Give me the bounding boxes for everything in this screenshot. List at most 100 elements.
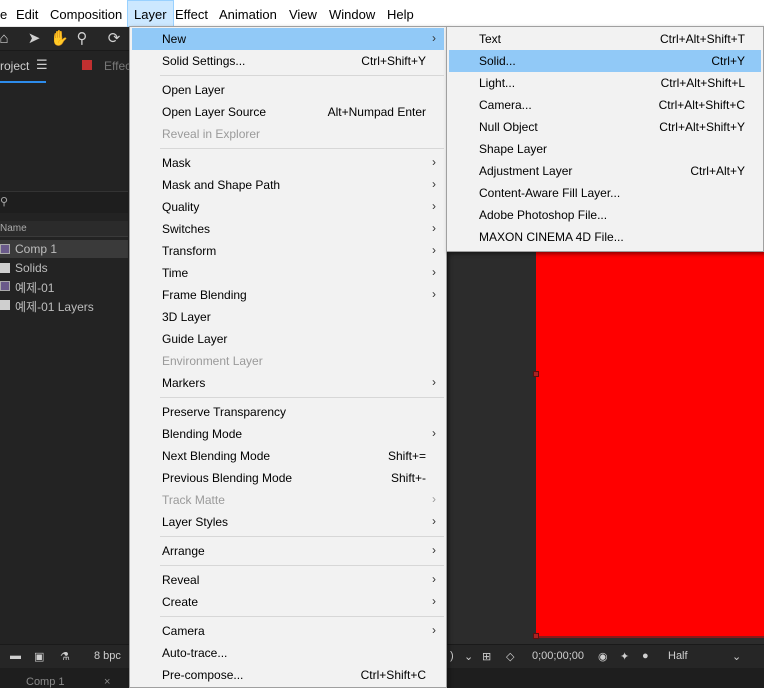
zoom-tool-icon[interactable]: ⚲ (74, 30, 90, 48)
resolution-select[interactable]: Half (668, 650, 688, 662)
menu-composition[interactable]: Composition (44, 0, 128, 27)
layer_menu-item-mask[interactable]: Mask › (132, 152, 444, 174)
layer_menu-item-previous-blending-mode[interactable]: Previous Blending Mode Shift+- (132, 467, 444, 489)
interpret-footage-icon[interactable]: ⚗ (60, 650, 70, 663)
project-tab[interactable]: roject (0, 59, 29, 73)
new_submenu-item-content-aware-fill-layer[interactable]: Content-Aware Fill Layer... (449, 182, 761, 204)
effect-controls-tab[interactable]: Effec (104, 59, 131, 73)
layer_menu-item-auto-trace[interactable]: Auto-trace... (132, 642, 444, 664)
new_submenu-item-null-object[interactable]: Null Object Ctrl+Alt+Shift+Y (449, 116, 761, 138)
timecode[interactable]: 0;00;00;00 (532, 650, 584, 662)
dropdown-icon[interactable]: ⌄ (464, 650, 473, 663)
menu-window[interactable]: Window (323, 0, 381, 27)
layer_menu-item-guide-layer[interactable]: Guide Layer (132, 328, 444, 350)
layer_menu-item-open-layer[interactable]: Open Layer (132, 79, 444, 101)
layer_menu-item-transform[interactable]: Transform › (132, 240, 444, 262)
rotate-tool-icon[interactable]: ⟳ (106, 30, 122, 48)
menu-edit[interactable]: Edit (10, 0, 44, 27)
new_submenu-item-maxon-cinema-4d-file[interactable]: MAXON CINEMA 4D File... (449, 226, 761, 248)
project-item[interactable]: Comp 1 (0, 240, 128, 258)
project-search[interactable]: ⚲ (0, 191, 128, 213)
show-snapshot-icon[interactable]: ✦ (620, 650, 629, 663)
menu-item-label: Track Matte (162, 493, 225, 507)
home-icon[interactable]: ⌂ (0, 30, 12, 48)
chevron-down-icon[interactable]: ⌄ (732, 650, 741, 663)
layer_menu-item-arrange[interactable]: Arrange › (132, 540, 444, 562)
menu-help[interactable]: Help (381, 0, 420, 27)
menu-separator (160, 148, 444, 149)
layer_menu-item-create[interactable]: Create › (132, 591, 444, 613)
menu-item-label: Quality (162, 200, 200, 214)
layer_menu-item-mask-and-shape-path[interactable]: Mask and Shape Path › (132, 174, 444, 196)
menu-item-shortcut: Ctrl+Y (711, 54, 745, 68)
submenu-arrow-icon: › (432, 155, 436, 169)
layer_menu-item-reveal[interactable]: Reveal › (132, 569, 444, 591)
menu-separator (160, 536, 444, 537)
submenu-arrow-icon: › (432, 243, 436, 257)
layer_menu-item-layer-styles[interactable]: Layer Styles › (132, 511, 444, 533)
new_submenu-item-adjustment-layer[interactable]: Adjustment Layer Ctrl+Alt+Y (449, 160, 761, 182)
menu-layer[interactable]: Layer (127, 0, 174, 27)
layer_menu-item-camera[interactable]: Camera › (132, 620, 444, 642)
layer_menu-item-pre-compose[interactable]: Pre-compose... Ctrl+Shift+C (132, 664, 444, 686)
menu-item-label: Open Layer Source (162, 105, 267, 119)
layer_menu-item-quality[interactable]: Quality › (132, 196, 444, 218)
mask-visibility-icon[interactable]: ◇ (506, 650, 514, 663)
layer_menu-item-preserve-transparency[interactable]: Preserve Transparency (132, 401, 444, 423)
submenu-arrow-icon: › (432, 199, 436, 213)
new_submenu-item-light[interactable]: Light... Ctrl+Alt+Shift+L (449, 72, 761, 94)
submenu-arrow-icon: › (432, 287, 436, 301)
menu-item-label: Create (162, 595, 199, 609)
new_submenu-item-solid[interactable]: Solid... Ctrl+Y (449, 50, 761, 72)
layer_menu-item-blending-mode[interactable]: Blending Mode › (132, 423, 444, 445)
hand-tool-icon[interactable]: ✋ (50, 30, 69, 48)
layer_menu-item-open-layer-source[interactable]: Open Layer Source Alt+Numpad Enter (132, 101, 444, 123)
project-item-label: 예제-01 (15, 281, 55, 295)
project-item[interactable]: Solids (0, 259, 128, 277)
project-item-label: Solids (15, 261, 48, 275)
selection-tool-icon[interactable]: ➤ (26, 30, 42, 48)
submenu-arrow-icon: › (432, 265, 436, 279)
name-column-header[interactable]: Name (0, 221, 128, 237)
layer_menu-item-next-blending-mode[interactable]: Next Blending Mode Shift+= (132, 445, 444, 467)
new_submenu-item-text[interactable]: Text Ctrl+Alt+Shift+T (449, 28, 761, 50)
layer_menu-item-new[interactable]: New › (132, 28, 444, 50)
new_submenu-item-adobe-photoshop-file[interactable]: Adobe Photoshop File... (449, 204, 761, 226)
new-submenu: Text Ctrl+Alt+Shift+T Solid... Ctrl+Y Light.… (446, 26, 764, 252)
grid-icon[interactable]: ⊞ (482, 650, 491, 663)
snapshot-icon[interactable]: ◉ (598, 650, 608, 663)
menu-animation[interactable]: Animation (213, 0, 283, 27)
menu-item-shortcut: Alt+Numpad Enter (327, 105, 426, 119)
submenu-arrow-icon: › (432, 594, 436, 608)
new_submenu-item-camera[interactable]: Camera... Ctrl+Alt+Shift+C (449, 94, 761, 116)
new-composition-icon[interactable]: ▣ (34, 650, 44, 663)
menu-item-label: Auto-trace... (162, 646, 228, 660)
bit-depth-label[interactable]: 8 bpc (94, 650, 121, 662)
new_submenu-item-shape-layer[interactable]: Shape Layer (449, 138, 761, 160)
project-item[interactable]: 예제-01 (0, 277, 128, 295)
menu-effect[interactable]: Effect (169, 0, 214, 27)
close-tab-icon[interactable]: × (104, 676, 110, 688)
layer-handle[interactable] (533, 371, 539, 377)
timeline-tab-comp[interactable]: Comp 1 (26, 676, 65, 688)
folder-icon[interactable]: ▬ (10, 650, 21, 662)
project-item-label: Comp 1 (15, 242, 58, 256)
project-item-label: 예제-01 Layers (15, 300, 94, 314)
layer_menu-item-switches[interactable]: Switches › (132, 218, 444, 240)
layer_menu-item-time[interactable]: Time › (132, 262, 444, 284)
layer_menu-item-solid-settings[interactable]: Solid Settings... Ctrl+Shift+Y (132, 50, 444, 72)
folder-icon (0, 300, 10, 310)
layer_menu-item-markers[interactable]: Markers › (132, 372, 444, 394)
layer_menu-item-frame-blending[interactable]: Frame Blending › (132, 284, 444, 306)
menu-item-label: Adjustment Layer (479, 164, 573, 178)
layer-handle[interactable] (533, 633, 539, 639)
column-name-label: Name (0, 223, 27, 234)
search-icon: ⚲ (0, 196, 9, 208)
submenu-arrow-icon: › (432, 543, 436, 557)
layer_menu-item-3d-layer[interactable]: 3D Layer (132, 306, 444, 328)
project-item[interactable]: 예제-01 Layers (0, 296, 128, 314)
red-solid-layer[interactable] (536, 250, 764, 636)
menu-view[interactable]: View (283, 0, 323, 27)
panel-menu-icon[interactable]: ☰ (36, 57, 48, 73)
color-channels-icon[interactable]: ● (642, 650, 649, 662)
